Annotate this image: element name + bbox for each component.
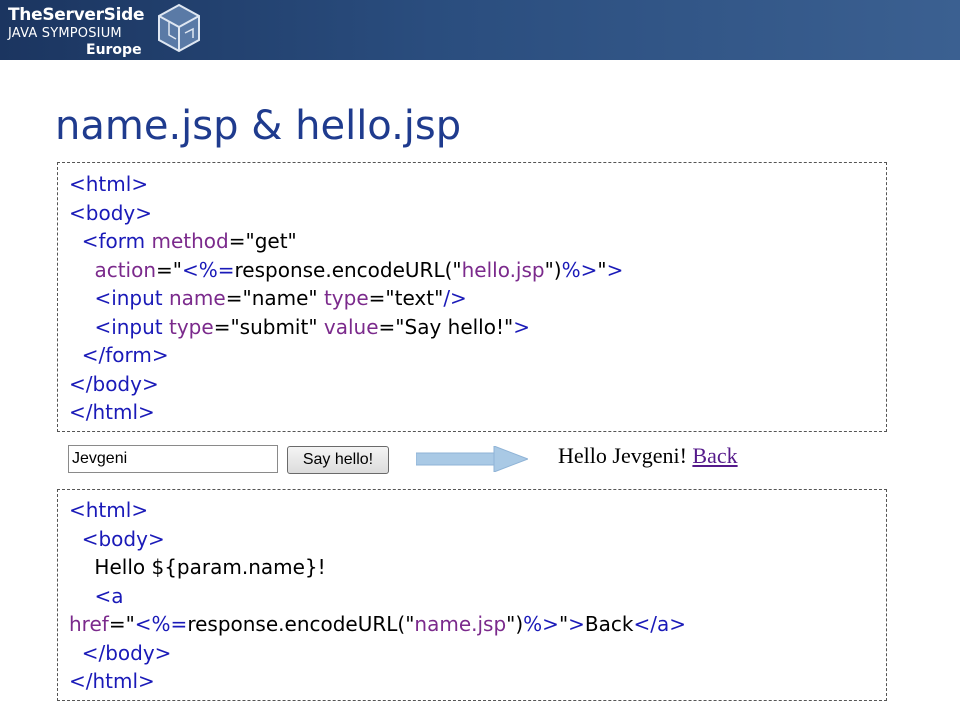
- code-token: </html>: [69, 400, 155, 424]
- code-token: Say hello!: [404, 314, 505, 339]
- name-jsp-code-line: <body>: [69, 199, 886, 228]
- hello-jsp-code-line: <a: [69, 582, 886, 611]
- code-token: </body>: [69, 371, 159, 396]
- hello-jsp-code-line: href="<%=response.encodeURL("name.jsp")%…: [69, 610, 886, 639]
- code-token: <input: [94, 286, 169, 310]
- code-token: "): [544, 257, 562, 282]
- code-token: type: [169, 314, 214, 339]
- code-token: >: [568, 612, 585, 636]
- code-token: Back: [584, 612, 634, 636]
- code-token: =": [108, 612, 135, 636]
- code-token: response.encodeURL(": [187, 612, 415, 636]
- code-token: type: [323, 286, 369, 310]
- hello-jsp-code-block: <html> <body> Hello ${param.name}! <a hre…: [57, 489, 887, 701]
- code-token: href: [69, 612, 109, 636]
- code-token: </form>: [81, 343, 169, 367]
- slide-title: name.jsp & hello.jsp: [55, 103, 462, 149]
- code-token: ": [308, 286, 324, 310]
- code-token: =": [213, 314, 240, 339]
- code-token: name: [251, 286, 309, 310]
- name-jsp-code-line: <form method="get": [69, 227, 886, 256]
- hello-result-text: Hello Jevgeni!: [558, 443, 693, 468]
- hello-result: Hello Jevgeni! Back: [558, 443, 738, 469]
- code-token: <%=: [134, 612, 188, 636]
- code-token: <body>: [69, 200, 152, 225]
- right-arrow-icon: [416, 446, 528, 472]
- code-token: <html>: [69, 172, 149, 196]
- code-token: submit: [239, 314, 309, 339]
- name-jsp-code-block: <html> <body> <form method="get" action="…: [57, 162, 887, 432]
- code-token: >: [513, 314, 530, 339]
- code-token: text: [394, 286, 435, 310]
- code-token: ": [558, 612, 569, 636]
- code-token: <body>: [81, 526, 165, 551]
- hello-jsp-code-line: </html>: [69, 667, 886, 696]
- code-token: </body>: [81, 640, 172, 665]
- code-token: =": [225, 286, 252, 310]
- code-token: <html>: [69, 498, 149, 522]
- code-token: %>: [523, 612, 559, 636]
- name-jsp-code-line: <input type="submit" value="Say hello!">: [69, 313, 886, 342]
- cube-icon: [158, 3, 200, 53]
- code-token: %>: [561, 257, 598, 282]
- code-token: hello.jsp: [461, 257, 545, 282]
- code-token: <input: [94, 314, 169, 339]
- name-jsp-code-line: action="<%=response.encodeURL("hello.jsp…: [69, 256, 886, 285]
- name-jsp-code-line: <input name="name" type="text"/>: [69, 284, 886, 313]
- code-token: value: [323, 314, 379, 339]
- code-token: "): [506, 612, 524, 636]
- hello-jsp-code-line: <html>: [69, 496, 886, 525]
- name-jsp-code-line: </body>: [69, 370, 886, 399]
- back-link[interactable]: Back: [692, 443, 737, 468]
- code-token: <form: [81, 229, 152, 253]
- code-token: ": [504, 314, 514, 339]
- code-token: =": [228, 229, 255, 253]
- name-jsp-code-line: </html>: [69, 398, 886, 427]
- code-token: ": [597, 257, 607, 282]
- code-token: =": [378, 314, 405, 339]
- code-token: get: [254, 229, 288, 253]
- code-token: Hello ${param.name}!: [69, 555, 326, 579]
- name-input[interactable]: [68, 445, 278, 473]
- name-jsp-code-line: <html>: [69, 170, 886, 199]
- hello-jsp-code-line: Hello ${param.name}!: [69, 553, 886, 582]
- conference-logo: TheServerSide JAVA SYMPOSIUM Europe: [6, 3, 206, 59]
- logo-subtitle: JAVA SYMPOSIUM: [8, 26, 122, 41]
- slide-header: TheServerSide JAVA SYMPOSIUM Europe: [0, 0, 960, 60]
- hello-jsp-code-line: <body>: [69, 525, 886, 554]
- code-token: method: [151, 229, 229, 253]
- hello-jsp-code-line: </body>: [69, 639, 886, 668]
- code-token: ": [434, 286, 444, 310]
- say-hello-button[interactable]: Say hello!: [287, 446, 389, 474]
- code-token: </html>: [69, 669, 155, 693]
- code-token: ": [308, 314, 324, 339]
- code-token: =": [368, 286, 395, 310]
- code-token: <%=: [181, 257, 235, 282]
- logo-region: Europe: [86, 42, 142, 58]
- name-jsp-code-line: </form>: [69, 341, 886, 370]
- code-token: <a: [94, 583, 124, 608]
- code-token: response.encodeURL(": [234, 257, 462, 282]
- code-token: action: [94, 257, 156, 282]
- code-token: />: [443, 286, 467, 310]
- code-token: name: [169, 286, 226, 310]
- code-token: ": [287, 229, 297, 253]
- code-token: </a>: [633, 612, 686, 636]
- code-token: =": [156, 257, 182, 282]
- code-token: name.jsp: [414, 612, 507, 636]
- logo-title: TheServerSide: [8, 5, 145, 25]
- code-token: >: [606, 257, 624, 282]
